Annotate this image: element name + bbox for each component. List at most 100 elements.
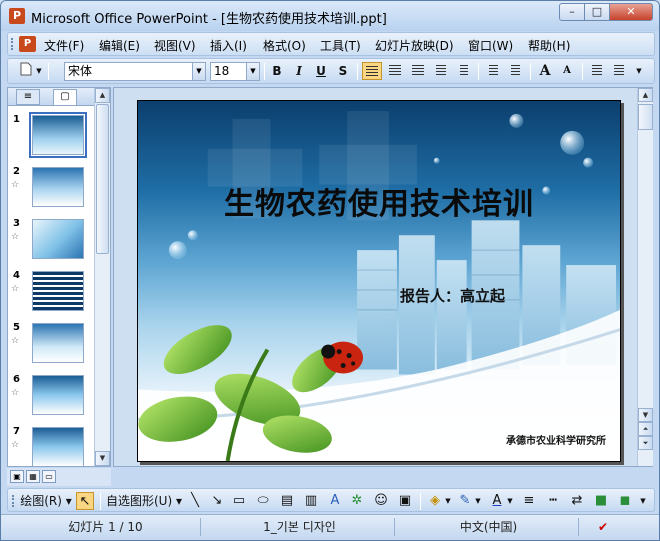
dash-style-icon[interactable]: ┅ (544, 492, 562, 510)
shadow-style-icon[interactable]: ■ (592, 492, 610, 510)
editor-scrollbar[interactable]: ▲ ▼ ⏶ ⏷ (637, 88, 653, 466)
toolbar-grip[interactable] (12, 495, 16, 507)
shadow-button[interactable]: S (334, 62, 352, 80)
slide-editor: 生物农药使用技术培训 报告人：高立起 承德市农业科学研究所 ▲ ▼ ⏶ ⏷ (113, 87, 653, 467)
numbering-icon[interactable] (484, 62, 502, 80)
chevron-down-icon[interactable]: ▼ (444, 492, 452, 510)
document-icon[interactable]: P (19, 36, 36, 52)
close-button[interactable]: ✕ (609, 3, 653, 21)
picture-icon[interactable]: ▣ (396, 492, 414, 510)
new-document-icon[interactable] (18, 62, 34, 80)
rectangle-tool-icon[interactable]: ▭ (230, 492, 248, 510)
slide-thumbnail[interactable]: 6 ☆ (8, 374, 96, 422)
normal-view-icon[interactable]: ▣ (10, 470, 24, 483)
menu-insert[interactable]: 插入(I) (210, 37, 247, 54)
bold-button[interactable]: B (268, 62, 286, 80)
distribute-button[interactable] (431, 62, 451, 80)
slide-thumbnail[interactable]: 3 ☆ (8, 218, 96, 266)
scrollbar-thumb[interactable] (638, 104, 653, 130)
align-left-button[interactable] (362, 62, 382, 80)
formatting-toolbar: ▼ 宋体 ▼ 18 ▼ B I U S A A ▼ (7, 58, 655, 84)
align-center-button[interactable] (385, 62, 405, 80)
scroll-down-icon[interactable]: ▼ (638, 408, 653, 422)
current-slide[interactable]: 生物农药使用技术培训 报告人：高立起 承德市农业科学研究所 (137, 100, 621, 462)
draw-menu-button[interactable]: 绘图(R) ▾ (20, 492, 72, 510)
bullets-icon[interactable] (506, 62, 524, 80)
menu-tools[interactable]: 工具(T) (320, 37, 361, 54)
increase-indent-icon[interactable] (610, 62, 628, 80)
wordart-icon[interactable]: A (326, 492, 344, 510)
spelling-check-icon[interactable]: ✔ (583, 518, 623, 536)
select-cursor-icon[interactable]: ↖ (76, 492, 94, 510)
slide-reporter[interactable]: 报告人：高立起 (400, 285, 505, 306)
next-slide-icon[interactable]: ⏷ (638, 436, 653, 450)
minimize-button[interactable]: – (559, 3, 585, 21)
decrease-font-button[interactable]: A (558, 62, 576, 80)
design-template-status[interactable]: 1_기본 디자인 (205, 518, 395, 536)
menu-view[interactable]: 视图(V) (154, 37, 196, 54)
menu-edit[interactable]: 编辑(E) (99, 37, 140, 54)
column-button[interactable] (454, 62, 474, 80)
arrow-style-icon[interactable]: ⇄ (568, 492, 586, 510)
powerpoint-app-icon[interactable]: P (9, 8, 25, 24)
font-size-select[interactable]: 18 ▼ (210, 62, 260, 81)
fill-color-icon[interactable]: ◈ (426, 492, 444, 510)
increase-font-button[interactable]: A (536, 62, 554, 80)
scroll-up-icon[interactable]: ▲ (95, 88, 110, 103)
slide-title[interactable]: 生物农药使用技术培训 (138, 179, 620, 223)
arrow-tool-icon[interactable]: ↘ (208, 492, 226, 510)
toolbar-grip[interactable] (11, 38, 14, 50)
animation-star-icon: ☆ (11, 388, 20, 398)
previous-slide-icon[interactable]: ⏶ (638, 422, 653, 436)
chevron-down-icon[interactable]: ▼ (474, 492, 482, 510)
scroll-down-icon[interactable]: ▼ (95, 451, 110, 466)
title-bar: P Microsoft Office PowerPoint - [生物农药使用技… (1, 1, 659, 31)
scroll-up-icon[interactable]: ▲ (638, 88, 653, 102)
textbox-tool-icon[interactable]: ▤ (278, 492, 296, 510)
slide-thumbnail-image (32, 167, 84, 207)
line-tool-icon[interactable]: ╲ (186, 492, 204, 510)
menu-format[interactable]: 格式(O) (263, 37, 306, 54)
font-name-select[interactable]: 宋体 ▼ (64, 62, 206, 81)
chevron-down-icon[interactable]: ▼ (634, 62, 644, 80)
underline-button[interactable]: U (312, 62, 330, 80)
scrollbar-thumb[interactable] (96, 104, 109, 254)
slide-thumbnail[interactable]: 4 ☆ (8, 270, 96, 318)
line-style-icon[interactable]: ≡ (520, 492, 538, 510)
animation-star-icon: ☆ (11, 232, 20, 242)
decrease-indent-icon[interactable] (588, 62, 606, 80)
3d-style-icon[interactable]: ◼ (616, 492, 634, 510)
menu-help[interactable]: 帮助(H) (528, 37, 570, 54)
animation-star-icon: ☆ (11, 180, 20, 190)
slide-number: 3 (13, 218, 20, 229)
vertical-textbox-icon[interactable]: ▥ (302, 492, 320, 510)
oval-tool-icon[interactable]: ⬭ (254, 492, 272, 510)
align-right-button[interactable] (408, 62, 428, 80)
slide-sorter-view-icon[interactable]: ▦ (26, 470, 40, 483)
slide-thumbnail[interactable]: 5 ☆ (8, 322, 96, 370)
menu-slideshow[interactable]: 幻灯片放映(D) (375, 37, 454, 54)
slide-thumbnail[interactable]: 2 ☆ (8, 166, 96, 214)
chevron-down-icon[interactable]: ▼ (506, 492, 514, 510)
thumbnails-scrollbar[interactable]: ▲ ▼ (94, 88, 110, 466)
slide-thumbnail[interactable]: 1 (8, 112, 96, 162)
restore-button[interactable]: □ (584, 3, 610, 21)
diagram-icon[interactable]: ✲ (348, 492, 366, 510)
slide-organization[interactable]: 承德市农业科学研究所 (506, 432, 606, 447)
italic-button[interactable]: I (290, 62, 308, 80)
tab-outline[interactable]: ≡ (16, 89, 40, 105)
language-status[interactable]: 中文(中国) (399, 518, 579, 536)
menu-file[interactable]: 文件(F) (44, 37, 84, 54)
menu-window[interactable]: 窗口(W) (468, 37, 513, 54)
slide-thumbnail[interactable]: 7 ☆ (8, 426, 96, 466)
line-color-icon[interactable]: ✎ (456, 492, 474, 510)
autoshapes-button[interactable]: 自选图形(U) ▾ (104, 492, 184, 510)
font-color-icon[interactable]: A (488, 492, 506, 510)
chevron-down-icon[interactable]: ▼ (192, 63, 205, 80)
chevron-down-icon[interactable]: ▼ (246, 63, 259, 80)
chevron-down-icon[interactable]: ▼ (638, 492, 648, 510)
tab-slides[interactable]: ▢ (53, 89, 77, 105)
chevron-down-icon[interactable]: ▼ (35, 62, 43, 80)
clipart-icon[interactable]: ☺ (372, 492, 390, 510)
slideshow-view-icon[interactable]: ▭ (42, 470, 56, 483)
